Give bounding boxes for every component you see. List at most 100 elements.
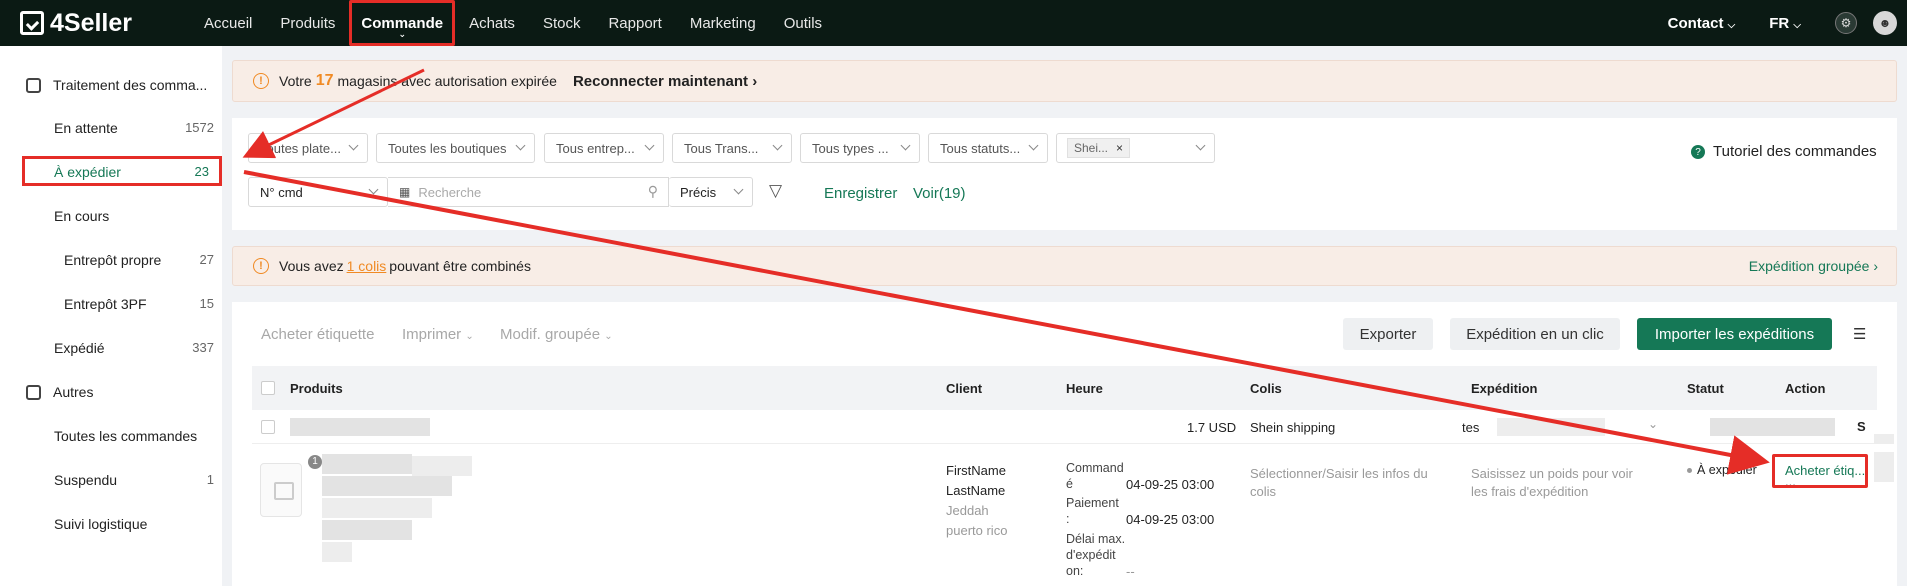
status-dot [1687, 468, 1692, 474]
sidebar-item-count: 1 [206, 472, 214, 487]
sidebar-item-en-attente[interactable]: En attente 1572 [54, 120, 214, 136]
sidebar-item-label: En attente [54, 120, 118, 136]
redacted-block [322, 476, 452, 496]
select-value: Toutes plate... [260, 140, 341, 156]
status-label: À expédier [1697, 463, 1757, 477]
column-settings-icon[interactable]: ☰ [1853, 325, 1866, 343]
sidebar-group-label: Autres [53, 384, 94, 400]
type-select[interactable]: Tous types ... [800, 133, 920, 163]
chevron-down-icon [772, 140, 783, 151]
search-icon[interactable]: ⚲ [648, 183, 658, 200]
deadline-label: d'expédit [1066, 548, 1116, 562]
customer-city: Jeddah [946, 503, 989, 518]
logo[interactable]: 4Seller [20, 9, 190, 38]
sidebar-item-count: 337 [192, 340, 214, 355]
ordered-label: Command [1066, 461, 1124, 475]
column-header-parcel: Colis [1250, 381, 1282, 396]
grouped-shipping-link[interactable]: Expédition groupée › [1749, 258, 1878, 274]
tutorial-link[interactable]: ? Tutoriel des commandes [1691, 143, 1877, 160]
customer-region: puerto rico [946, 523, 1008, 538]
avatar[interactable]: ☻ [1873, 11, 1897, 35]
reconnect-link[interactable]: Reconnecter maintenant › [573, 73, 757, 90]
save-filter-link[interactable]: Enregistrer [824, 185, 897, 202]
column-header-products: Produits [290, 381, 343, 396]
warning-icon: ! [253, 73, 269, 89]
expired-count: 17 [315, 72, 334, 89]
store-select[interactable]: Toutes les boutiques [376, 133, 535, 163]
select-value: Toutes les boutiques [388, 140, 507, 156]
sidebar-item-a-expedier[interactable]: À expédier 23 [22, 156, 222, 186]
chevron-down-icon [900, 140, 911, 151]
select-all-checkbox[interactable] [261, 381, 275, 395]
language-menu[interactable]: FR ⌵ [1769, 15, 1801, 32]
contact-label: Contact [1667, 14, 1724, 32]
sidebar-item-expedie[interactable]: Expédié 337 [54, 340, 214, 356]
product-image-placeholder [260, 463, 302, 517]
banner-text: Vous avez [279, 258, 344, 274]
sidebar-item-entrepot-propre[interactable]: Entrepôt propre 27 [64, 252, 214, 268]
ordered-at: 04-09-25 03:00 [1126, 477, 1215, 492]
paid-label: Paiement [1066, 496, 1119, 510]
nav-stock[interactable]: Stock [529, 0, 595, 46]
filter-icon[interactable]: ▽ [769, 181, 782, 201]
parcel-info-hint[interactable]: Sélectionner/Saisir les infos du colis [1250, 465, 1430, 501]
nav-rapport[interactable]: Rapport [594, 0, 675, 46]
sidebar-item-entrepot-3pf[interactable]: Entrepôt 3PF 15 [64, 296, 214, 312]
reconnect-label: Reconnecter maintenant [572, 72, 749, 90]
banner-text: Votre [279, 73, 312, 89]
nav-outils[interactable]: Outils [770, 0, 836, 46]
search-field-select[interactable]: N° cmd [248, 177, 388, 207]
chevron-down-icon [1028, 140, 1039, 151]
tutorial-label: Tutoriel des commandes [1713, 143, 1877, 160]
sidebar: Traitement des comma... En attente 1572 … [0, 46, 222, 586]
redacted-block [1710, 418, 1835, 436]
chevron-down-icon: ⌄ [398, 29, 407, 39]
search-input[interactable]: ▦ Recherche ⚲ [388, 177, 669, 207]
view-filters-link[interactable]: Voir(19) [913, 185, 966, 202]
redacted-block [290, 418, 430, 436]
select-value: N° cmd [260, 184, 303, 200]
sidebar-item-en-cours[interactable]: En cours [54, 208, 214, 224]
sidebar-item-label: Expédié [54, 340, 105, 356]
redacted-block [322, 542, 352, 562]
sidebar-item-suspendu[interactable]: Suspendu 1 [54, 472, 214, 488]
row-checkbox[interactable] [261, 420, 275, 434]
chevron-down-icon[interactable]: ⌄ [1648, 417, 1658, 431]
chevron-down-icon: ⌵ [1793, 19, 1801, 31]
banner-text: magasins avec autorisation expirée [337, 73, 557, 89]
parcels-link[interactable]: 1 colis [347, 258, 387, 274]
export-button[interactable]: Exporter [1343, 318, 1433, 350]
platform-select[interactable]: Toutes plate... [248, 133, 368, 163]
status-select[interactable]: Tous statuts... [928, 133, 1048, 163]
sidebar-item-toutes-commandes[interactable]: Toutes les commandes [54, 428, 214, 444]
one-click-shipping-button[interactable]: Expédition en un clic [1450, 318, 1620, 350]
scan-icon: ▦ [399, 185, 411, 199]
shipping-cost-hint: Saisissez un poids pour voir les frais d… [1471, 466, 1633, 499]
bulk-edit-menu[interactable]: Modif. groupée ⌄ [500, 326, 613, 343]
redacted-block [1874, 452, 1894, 482]
nav-accueil[interactable]: Accueil [190, 0, 266, 46]
chevron-down-icon: ⌵ [1727, 19, 1736, 31]
channel-multiselect[interactable]: Shei... × [1056, 133, 1215, 163]
print-menu[interactable]: Imprimer ⌄ [402, 326, 474, 343]
carrier-select[interactable]: Tous Trans... [672, 133, 792, 163]
sidebar-item-suivi-logistique[interactable]: Suivi logistique [54, 516, 214, 532]
match-mode-select[interactable]: Précis [669, 177, 753, 207]
logo-icon [20, 11, 44, 35]
nav-achats[interactable]: Achats [455, 0, 529, 46]
chevron-down-icon [733, 184, 744, 195]
close-icon[interactable]: × [1116, 141, 1123, 155]
nav-marketing[interactable]: Marketing [676, 0, 770, 46]
ship-deadline: -- [1126, 564, 1135, 579]
logo-text: 4Seller [50, 8, 133, 37]
nav-commande[interactable]: Commande ⌄ [349, 0, 456, 46]
sidebar-group-autres[interactable]: Autres [26, 384, 93, 400]
contact-menu[interactable]: Contact ⌵ [1668, 15, 1736, 32]
sidebar-group-order-processing[interactable]: Traitement des comma... [26, 77, 207, 93]
import-shipments-button[interactable]: Importer les expéditions [1637, 318, 1832, 350]
shipping-select-value[interactable]: tes [1462, 420, 1479, 435]
settings-icon[interactable]: ⚙ [1835, 12, 1857, 34]
warehouse-select[interactable]: Tous entrep... [544, 133, 664, 163]
buy-label-button[interactable]: Acheter étiquette [261, 326, 374, 343]
nav-produits[interactable]: Produits [266, 0, 349, 46]
